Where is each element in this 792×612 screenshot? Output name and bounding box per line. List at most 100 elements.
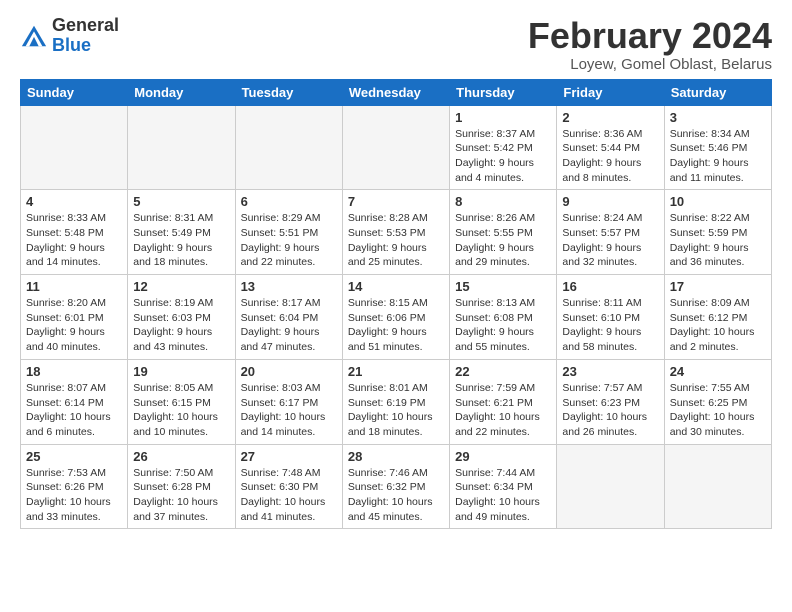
calendar-cell: 27 Sunrise: 7:48 AM Sunset: 6:30 PM Dayli… xyxy=(235,444,342,529)
header: General Blue February 2024 Loyew, Gomel … xyxy=(20,16,772,73)
calendar-cell: 21 Sunrise: 8:01 AM Sunset: 6:19 PM Dayli… xyxy=(342,359,449,444)
day-info: Sunrise: 7:48 AM Sunset: 6:30 PM Dayligh… xyxy=(241,466,337,525)
calendar-cell: 11 Sunrise: 8:20 AM Sunset: 6:01 PM Dayli… xyxy=(21,275,128,360)
calendar-cell: 18Sunrise: 8:07 AM Sunset: 6:14 PM Dayli… xyxy=(21,359,128,444)
day-number: 12 xyxy=(133,279,229,294)
calendar-week-row: 18Sunrise: 8:07 AM Sunset: 6:14 PM Dayli… xyxy=(21,359,772,444)
calendar: SundayMondayTuesdayWednesdayThursdayFrid… xyxy=(20,79,772,530)
weekday-header: Tuesday xyxy=(235,79,342,105)
day-info: Sunrise: 8:33 AM Sunset: 5:48 PM Dayligh… xyxy=(26,211,122,270)
day-number: 13 xyxy=(241,279,337,294)
calendar-cell: 16Sunrise: 8:11 AM Sunset: 6:10 PM Dayli… xyxy=(557,275,664,360)
calendar-cell: 2 Sunrise: 8:36 AM Sunset: 5:44 PM Daylig… xyxy=(557,105,664,190)
location: Loyew, Gomel Oblast, Belarus xyxy=(528,56,772,73)
day-number: 26 xyxy=(133,449,229,464)
day-number: 8 xyxy=(455,194,551,209)
day-number: 29 xyxy=(455,449,551,464)
logo-general: General xyxy=(52,16,119,36)
calendar-cell: 28Sunrise: 7:46 AM Sunset: 6:32 PM Dayli… xyxy=(342,444,449,529)
day-number: 11 xyxy=(26,279,122,294)
day-number: 10 xyxy=(670,194,766,209)
day-info: Sunrise: 7:55 AM Sunset: 6:25 PM Dayligh… xyxy=(670,381,766,440)
day-number: 16 xyxy=(562,279,658,294)
day-number: 6 xyxy=(241,194,337,209)
calendar-cell: 14 Sunrise: 8:15 AM Sunset: 6:06 PM Dayli… xyxy=(342,275,449,360)
calendar-cell: 3 Sunrise: 8:34 AM Sunset: 5:46 PM Daylig… xyxy=(664,105,771,190)
calendar-cell xyxy=(557,444,664,529)
day-info: Sunrise: 8:31 AM Sunset: 5:49 PM Dayligh… xyxy=(133,211,229,270)
calendar-cell xyxy=(128,105,235,190)
calendar-cell: 17Sunrise: 8:09 AM Sunset: 6:12 PM Dayli… xyxy=(664,275,771,360)
calendar-cell xyxy=(21,105,128,190)
day-info: Sunrise: 7:57 AM Sunset: 6:23 PM Dayligh… xyxy=(562,381,658,440)
day-info: Sunrise: 8:19 AM Sunset: 6:03 PM Dayligh… xyxy=(133,296,229,355)
day-info: Sunrise: 8:24 AM Sunset: 5:57 PM Dayligh… xyxy=(562,211,658,270)
calendar-week-row: 25 Sunrise: 7:53 AM Sunset: 6:26 PM Dayli… xyxy=(21,444,772,529)
day-number: 14 xyxy=(348,279,444,294)
day-info: Sunrise: 8:05 AM Sunset: 6:15 PM Dayligh… xyxy=(133,381,229,440)
day-info: Sunrise: 8:01 AM Sunset: 6:19 PM Dayligh… xyxy=(348,381,444,440)
day-info: Sunrise: 8:15 AM Sunset: 6:06 PM Dayligh… xyxy=(348,296,444,355)
day-number: 23 xyxy=(562,364,658,379)
calendar-cell: 19 Sunrise: 8:05 AM Sunset: 6:15 PM Dayli… xyxy=(128,359,235,444)
calendar-cell xyxy=(664,444,771,529)
calendar-cell: 10 Sunrise: 8:22 AM Sunset: 5:59 PM Dayli… xyxy=(664,190,771,275)
calendar-cell: 29 Sunrise: 7:44 AM Sunset: 6:34 PM Dayli… xyxy=(450,444,557,529)
calendar-week-row: 11 Sunrise: 8:20 AM Sunset: 6:01 PM Dayli… xyxy=(21,275,772,360)
day-info: Sunrise: 8:17 AM Sunset: 6:04 PM Dayligh… xyxy=(241,296,337,355)
month-year: February 2024 xyxy=(528,16,772,56)
day-number: 7 xyxy=(348,194,444,209)
day-info: Sunrise: 8:20 AM Sunset: 6:01 PM Dayligh… xyxy=(26,296,122,355)
day-number: 27 xyxy=(241,449,337,464)
calendar-cell: 5 Sunrise: 8:31 AM Sunset: 5:49 PM Daylig… xyxy=(128,190,235,275)
calendar-cell: 25 Sunrise: 7:53 AM Sunset: 6:26 PM Dayli… xyxy=(21,444,128,529)
calendar-cell: 26Sunrise: 7:50 AM Sunset: 6:28 PM Dayli… xyxy=(128,444,235,529)
day-number: 15 xyxy=(455,279,551,294)
day-number: 20 xyxy=(241,364,337,379)
day-number: 24 xyxy=(670,364,766,379)
logo-text: General Blue xyxy=(52,16,119,56)
day-number: 21 xyxy=(348,364,444,379)
weekday-header: Thursday xyxy=(450,79,557,105)
day-info: Sunrise: 8:26 AM Sunset: 5:55 PM Dayligh… xyxy=(455,211,551,270)
day-number: 4 xyxy=(26,194,122,209)
day-info: Sunrise: 8:22 AM Sunset: 5:59 PM Dayligh… xyxy=(670,211,766,270)
calendar-cell: 24 Sunrise: 7:55 AM Sunset: 6:25 PM Dayli… xyxy=(664,359,771,444)
calendar-cell: 13 Sunrise: 8:17 AM Sunset: 6:04 PM Dayli… xyxy=(235,275,342,360)
calendar-cell: 20 Sunrise: 8:03 AM Sunset: 6:17 PM Dayli… xyxy=(235,359,342,444)
weekday-header-row: SundayMondayTuesdayWednesdayThursdayFrid… xyxy=(21,79,772,105)
day-info: Sunrise: 8:36 AM Sunset: 5:44 PM Dayligh… xyxy=(562,127,658,186)
logo: General Blue xyxy=(20,16,119,56)
day-number: 1 xyxy=(455,110,551,125)
day-info: Sunrise: 8:34 AM Sunset: 5:46 PM Dayligh… xyxy=(670,127,766,186)
calendar-cell xyxy=(235,105,342,190)
calendar-cell xyxy=(342,105,449,190)
day-number: 2 xyxy=(562,110,658,125)
weekday-header: Saturday xyxy=(664,79,771,105)
calendar-cell: 22Sunrise: 7:59 AM Sunset: 6:21 PM Dayli… xyxy=(450,359,557,444)
day-info: Sunrise: 8:07 AM Sunset: 6:14 PM Dayligh… xyxy=(26,381,122,440)
day-number: 9 xyxy=(562,194,658,209)
weekday-header: Monday xyxy=(128,79,235,105)
calendar-cell: 6 Sunrise: 8:29 AM Sunset: 5:51 PM Daylig… xyxy=(235,190,342,275)
day-info: Sunrise: 8:13 AM Sunset: 6:08 PM Dayligh… xyxy=(455,296,551,355)
day-info: Sunrise: 8:29 AM Sunset: 5:51 PM Dayligh… xyxy=(241,211,337,270)
weekday-header: Friday xyxy=(557,79,664,105)
calendar-week-row: 1Sunrise: 8:37 AM Sunset: 5:42 PM Daylig… xyxy=(21,105,772,190)
page: General Blue February 2024 Loyew, Gomel … xyxy=(0,0,792,539)
day-info: Sunrise: 7:44 AM Sunset: 6:34 PM Dayligh… xyxy=(455,466,551,525)
calendar-cell: 1Sunrise: 8:37 AM Sunset: 5:42 PM Daylig… xyxy=(450,105,557,190)
day-info: Sunrise: 7:59 AM Sunset: 6:21 PM Dayligh… xyxy=(455,381,551,440)
day-number: 3 xyxy=(670,110,766,125)
day-info: Sunrise: 7:53 AM Sunset: 6:26 PM Dayligh… xyxy=(26,466,122,525)
calendar-cell: 4 Sunrise: 8:33 AM Sunset: 5:48 PM Daylig… xyxy=(21,190,128,275)
calendar-cell: 7 Sunrise: 8:28 AM Sunset: 5:53 PM Daylig… xyxy=(342,190,449,275)
calendar-cell: 8 Sunrise: 8:26 AM Sunset: 5:55 PM Daylig… xyxy=(450,190,557,275)
day-info: Sunrise: 8:03 AM Sunset: 6:17 PM Dayligh… xyxy=(241,381,337,440)
calendar-cell: 23 Sunrise: 7:57 AM Sunset: 6:23 PM Dayli… xyxy=(557,359,664,444)
day-info: Sunrise: 8:28 AM Sunset: 5:53 PM Dayligh… xyxy=(348,211,444,270)
day-number: 25 xyxy=(26,449,122,464)
day-number: 19 xyxy=(133,364,229,379)
calendar-week-row: 4 Sunrise: 8:33 AM Sunset: 5:48 PM Daylig… xyxy=(21,190,772,275)
day-number: 5 xyxy=(133,194,229,209)
